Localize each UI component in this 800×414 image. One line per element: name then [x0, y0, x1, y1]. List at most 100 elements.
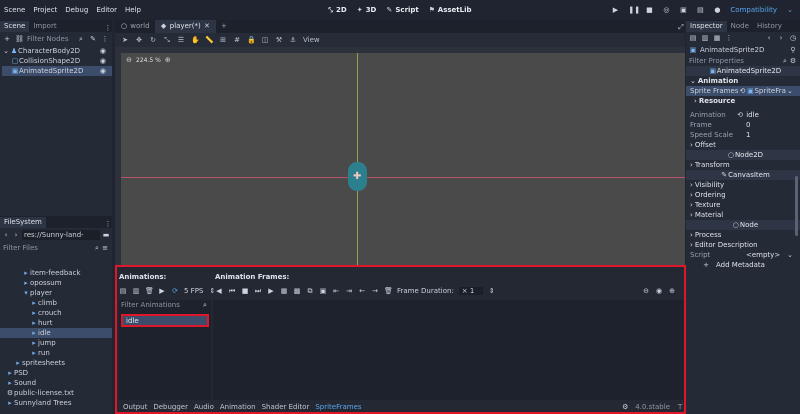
- file-tree-row[interactable]: ▸ spritesheets: [0, 358, 112, 368]
- tab-filesystem[interactable]: FileSystem: [0, 217, 46, 228]
- forward-icon[interactable]: ›: [12, 231, 20, 239]
- animation-item-idle[interactable]: idle: [121, 314, 209, 327]
- zoom-out-icon[interactable]: ⊖: [125, 56, 133, 64]
- path-field[interactable]: res://Sunny-land-assets-file: [22, 229, 100, 240]
- group-icon[interactable]: ◫: [261, 36, 269, 44]
- anchor-icon[interactable]: ⚓: [289, 36, 297, 44]
- tree-node[interactable]: ⌄ ♟ CharacterBody2D ◉: [2, 46, 112, 56]
- filter-nodes-input[interactable]: Filter Nodes: [27, 35, 73, 43]
- new-resource-icon[interactable]: ▤: [689, 34, 697, 42]
- play-icon[interactable]: ▶: [267, 287, 275, 295]
- back-icon[interactable]: ‹: [2, 231, 10, 239]
- object-menu-icon[interactable]: ⚲: [789, 46, 797, 54]
- file-tree-row[interactable]: ▸ hurt: [0, 318, 112, 328]
- section-material[interactable]: › Material: [686, 210, 800, 220]
- resource-subsection[interactable]: › Resource: [690, 96, 800, 106]
- menu-debug[interactable]: Debug: [65, 6, 88, 14]
- insert-after-icon[interactable]: ⇥: [345, 287, 353, 295]
- tab-scene[interactable]: Scene: [0, 21, 30, 32]
- section-transform[interactable]: › Transform: [686, 160, 800, 170]
- visibility-eye-icon[interactable]: ◉: [100, 66, 106, 76]
- add-tab-button[interactable]: +: [216, 20, 232, 33]
- play-start-icon[interactable]: ⏭: [254, 287, 262, 295]
- loop-icon[interactable]: ⟳: [171, 287, 179, 295]
- move-right-icon[interactable]: →: [371, 287, 379, 295]
- expand-icon[interactable]: ⌄: [2, 47, 10, 55]
- close-icon[interactable]: ✕: [203, 22, 211, 30]
- file-tree-row[interactable]: ▸ crouch: [0, 308, 112, 318]
- inspector-scrollbar[interactable]: [795, 176, 798, 236]
- sort-icon[interactable]: ≡: [101, 244, 109, 252]
- file-tree-row-selected[interactable]: ▸ idle: [0, 328, 112, 338]
- select-tool-icon[interactable]: ➤: [121, 36, 129, 44]
- grid-icon[interactable]: #: [233, 36, 241, 44]
- history-icon[interactable]: ◷: [789, 34, 797, 42]
- play-backwards-icon[interactable]: ◀: [215, 287, 223, 295]
- workspace-3d-button[interactable]: ✦ 3D: [356, 6, 377, 14]
- zoom-level[interactable]: 224.5 %: [136, 57, 161, 64]
- section-ordering[interactable]: › Ordering: [686, 190, 800, 200]
- filter-files-input[interactable]: Filter Files: [3, 244, 93, 252]
- chevron-down-icon[interactable]: ⌄: [786, 87, 794, 95]
- duplicate-animation-icon[interactable]: ▥: [132, 287, 140, 295]
- sprite-frames-property[interactable]: Sprite Frames ⟲ ▣ SpriteFra ⌄: [686, 86, 800, 96]
- new-animation-icon[interactable]: ▤: [119, 287, 127, 295]
- tab-import[interactable]: Import: [29, 21, 60, 32]
- file-tree-row[interactable]: ▸ Sound: [0, 378, 112, 388]
- save-resource-icon[interactable]: ▦: [713, 34, 721, 42]
- renderer-select[interactable]: Compatibility: [730, 6, 777, 14]
- file-tree-row[interactable]: ▸ Sunnyland Trees: [0, 398, 112, 408]
- tree-node-selected[interactable]: ▣ AnimatedSprite2D ◉: [2, 66, 112, 76]
- frame-property[interactable]: Frame 0: [686, 120, 800, 130]
- section-animation[interactable]: ⌄ Animation: [686, 76, 800, 86]
- file-tree-row[interactable]: ▸ run: [0, 348, 112, 358]
- sprite-frames-value[interactable]: SpriteFra: [754, 86, 785, 96]
- kebab-menu-icon[interactable]: ⋮: [101, 35, 109, 43]
- pin-icon[interactable]: ⊤: [676, 403, 684, 411]
- bone-icon[interactable]: ⚒: [275, 36, 283, 44]
- lock-icon[interactable]: 🔒: [247, 36, 256, 44]
- spin-icon[interactable]: ⇕: [488, 287, 496, 295]
- split-view-icon[interactable]: ▬: [102, 231, 110, 239]
- tab-debugger[interactable]: Debugger: [153, 403, 188, 411]
- move-left-icon[interactable]: ←: [358, 287, 366, 295]
- menu-icon[interactable]: ⋮: [104, 24, 112, 32]
- script-property[interactable]: Script <empty> ⌄: [686, 250, 800, 260]
- file-tree-row[interactable]: ▾ player: [0, 288, 112, 298]
- section-visibility[interactable]: › Visibility: [686, 180, 800, 190]
- node-name[interactable]: AnimatedSprite2D: [700, 46, 786, 54]
- zoom-reset-icon[interactable]: ◉: [655, 287, 663, 295]
- workspace-script-button[interactable]: ✎ Script: [385, 6, 418, 14]
- section-offset[interactable]: › Offset: [686, 140, 800, 150]
- delete-animation-icon[interactable]: 🗑: [145, 287, 154, 295]
- file-tree-row[interactable]: ▸ PSD: [0, 368, 112, 378]
- tools-icon[interactable]: ⋮: [725, 34, 733, 42]
- view-menu[interactable]: View: [303, 36, 320, 44]
- move-tool-icon[interactable]: ✥: [135, 36, 143, 44]
- revert-icon[interactable]: ⟲: [738, 87, 746, 95]
- file-tree-row[interactable]: ⚙ public-license.txt: [0, 388, 112, 398]
- add-frame-sheet-icon[interactable]: ▩: [293, 287, 301, 295]
- menu-help[interactable]: Help: [125, 6, 141, 14]
- script-attach-icon[interactable]: ✎: [89, 35, 97, 43]
- file-tree-row[interactable]: ▸ item-feedback: [0, 268, 112, 278]
- settings-icon[interactable]: ⚙: [789, 57, 797, 65]
- play-custom-icon[interactable]: ▤: [696, 6, 704, 14]
- tab-output[interactable]: Output: [123, 403, 147, 411]
- menu-editor[interactable]: Editor: [96, 6, 117, 14]
- autoplay-icon[interactable]: ▶: [158, 287, 166, 295]
- file-tree-row[interactable]: ▸ opossum: [0, 278, 112, 288]
- paste-frame-icon[interactable]: ▣: [319, 287, 327, 295]
- add-frame-file-icon[interactable]: ▦: [280, 287, 288, 295]
- snap-icon[interactable]: ⊞: [219, 36, 227, 44]
- canvas-viewport[interactable]: ⊖ 224.5 % ⊕ ✚: [115, 47, 685, 265]
- stop-icon[interactable]: ■: [241, 287, 249, 295]
- distraction-free-icon[interactable]: ⤢: [677, 23, 685, 31]
- tab-world[interactable]: ○ world: [115, 20, 155, 33]
- zoom-out-icon[interactable]: ⊖: [642, 287, 650, 295]
- play-scene-icon[interactable]: ▣: [679, 6, 687, 14]
- load-resource-icon[interactable]: ▥: [701, 34, 709, 42]
- play-backwards-start-icon[interactable]: ⏮: [228, 287, 236, 295]
- menu-project[interactable]: Project: [33, 6, 57, 14]
- zoom-in-icon[interactable]: ⊕: [164, 56, 172, 64]
